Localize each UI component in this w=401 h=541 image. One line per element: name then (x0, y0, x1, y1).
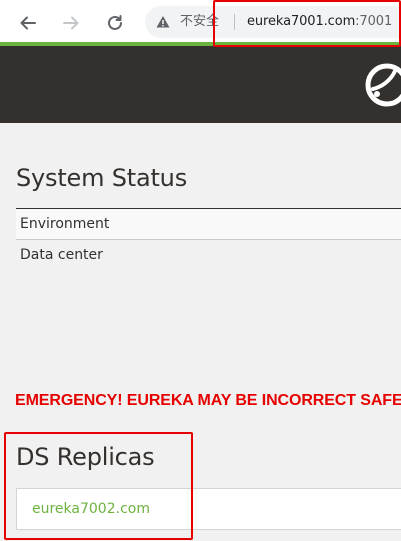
back-button[interactable] (14, 9, 42, 37)
data-center-label: Data center (20, 247, 103, 264)
environment-label: Environment (16, 208, 377, 240)
replica-link-eureka7002[interactable]: eureka7002.com (32, 501, 150, 518)
url-port: :7001 (355, 14, 393, 29)
reload-button[interactable] (101, 9, 129, 37)
warning-triangle-icon[interactable] (156, 15, 170, 29)
forward-arrow-icon (63, 16, 79, 30)
url-host: eureka7001.com (247, 14, 356, 29)
forward-button[interactable] (57, 9, 85, 37)
ds-replicas-heading: DS Replicas (16, 443, 155, 471)
address-bar[interactable]: 不安全 eureka7001.com:7001 (145, 6, 401, 38)
data-center-value (376, 240, 401, 271)
url-text[interactable]: eureka7001.com:7001 (247, 14, 392, 30)
app-header (0, 46, 401, 123)
back-arrow-icon (20, 16, 36, 30)
environment-value (376, 208, 401, 240)
table-row: Data center (16, 239, 401, 271)
replica-list: eureka7002.com (16, 488, 401, 530)
browser-toolbar: 不安全 eureka7001.com:7001 (0, 0, 401, 45)
system-status-table: Environment Data center (16, 208, 401, 271)
emergency-alert: EMERGENCY! EUREKA MAY BE INCORRECT SAFE. (15, 392, 401, 409)
security-label[interactable]: 不安全 (180, 14, 219, 30)
system-status-heading: System Status (16, 164, 188, 192)
omnibox-divider (234, 14, 235, 30)
table-row: Environment (16, 208, 401, 240)
spring-logo-icon[interactable] (363, 61, 401, 109)
reload-icon (108, 15, 122, 30)
